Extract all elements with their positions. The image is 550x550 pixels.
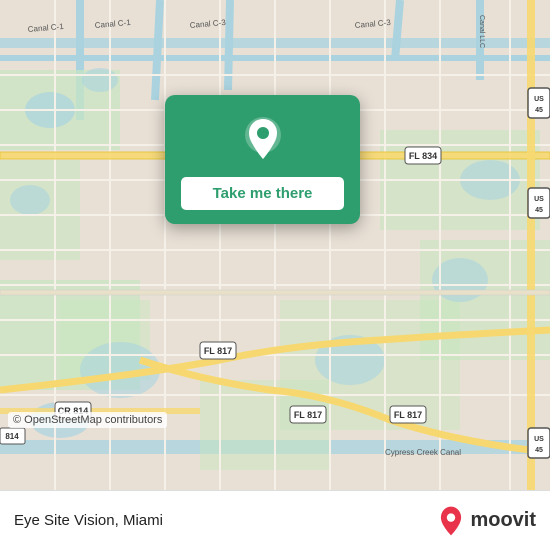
svg-text:FL 817: FL 817 xyxy=(294,410,322,420)
location-name: Eye Site Vision, Miami xyxy=(14,512,163,529)
location-pin-icon xyxy=(237,113,289,165)
svg-text:US: US xyxy=(534,436,544,443)
map-container: FL 834 FL 817 FL 817 FL 817 CR 814 814 U… xyxy=(0,0,550,490)
svg-text:FL 817: FL 817 xyxy=(394,410,422,420)
svg-text:US: US xyxy=(534,196,544,203)
svg-text:45: 45 xyxy=(535,207,543,214)
svg-text:45: 45 xyxy=(535,447,543,454)
svg-text:Canal LLC: Canal LLC xyxy=(478,15,485,48)
moovit-brand-text: moovit xyxy=(470,509,536,532)
take-me-there-button[interactable]: Take me there xyxy=(181,177,344,210)
svg-text:Cypress Creek Canal: Cypress Creek Canal xyxy=(385,448,461,457)
moovit-logo: moovit xyxy=(437,505,536,537)
map-attribution: © OpenStreetMap contributors xyxy=(8,412,167,428)
svg-text:US: US xyxy=(534,96,544,103)
bottom-bar: Eye Site Vision, Miami moovit xyxy=(0,490,550,550)
location-card: Take me there xyxy=(165,95,360,224)
svg-text:814: 814 xyxy=(5,432,19,441)
svg-text:FL 834: FL 834 xyxy=(409,151,437,161)
moovit-pin-icon xyxy=(437,505,465,537)
svg-text:FL 817: FL 817 xyxy=(204,346,232,356)
svg-text:45: 45 xyxy=(535,107,543,114)
